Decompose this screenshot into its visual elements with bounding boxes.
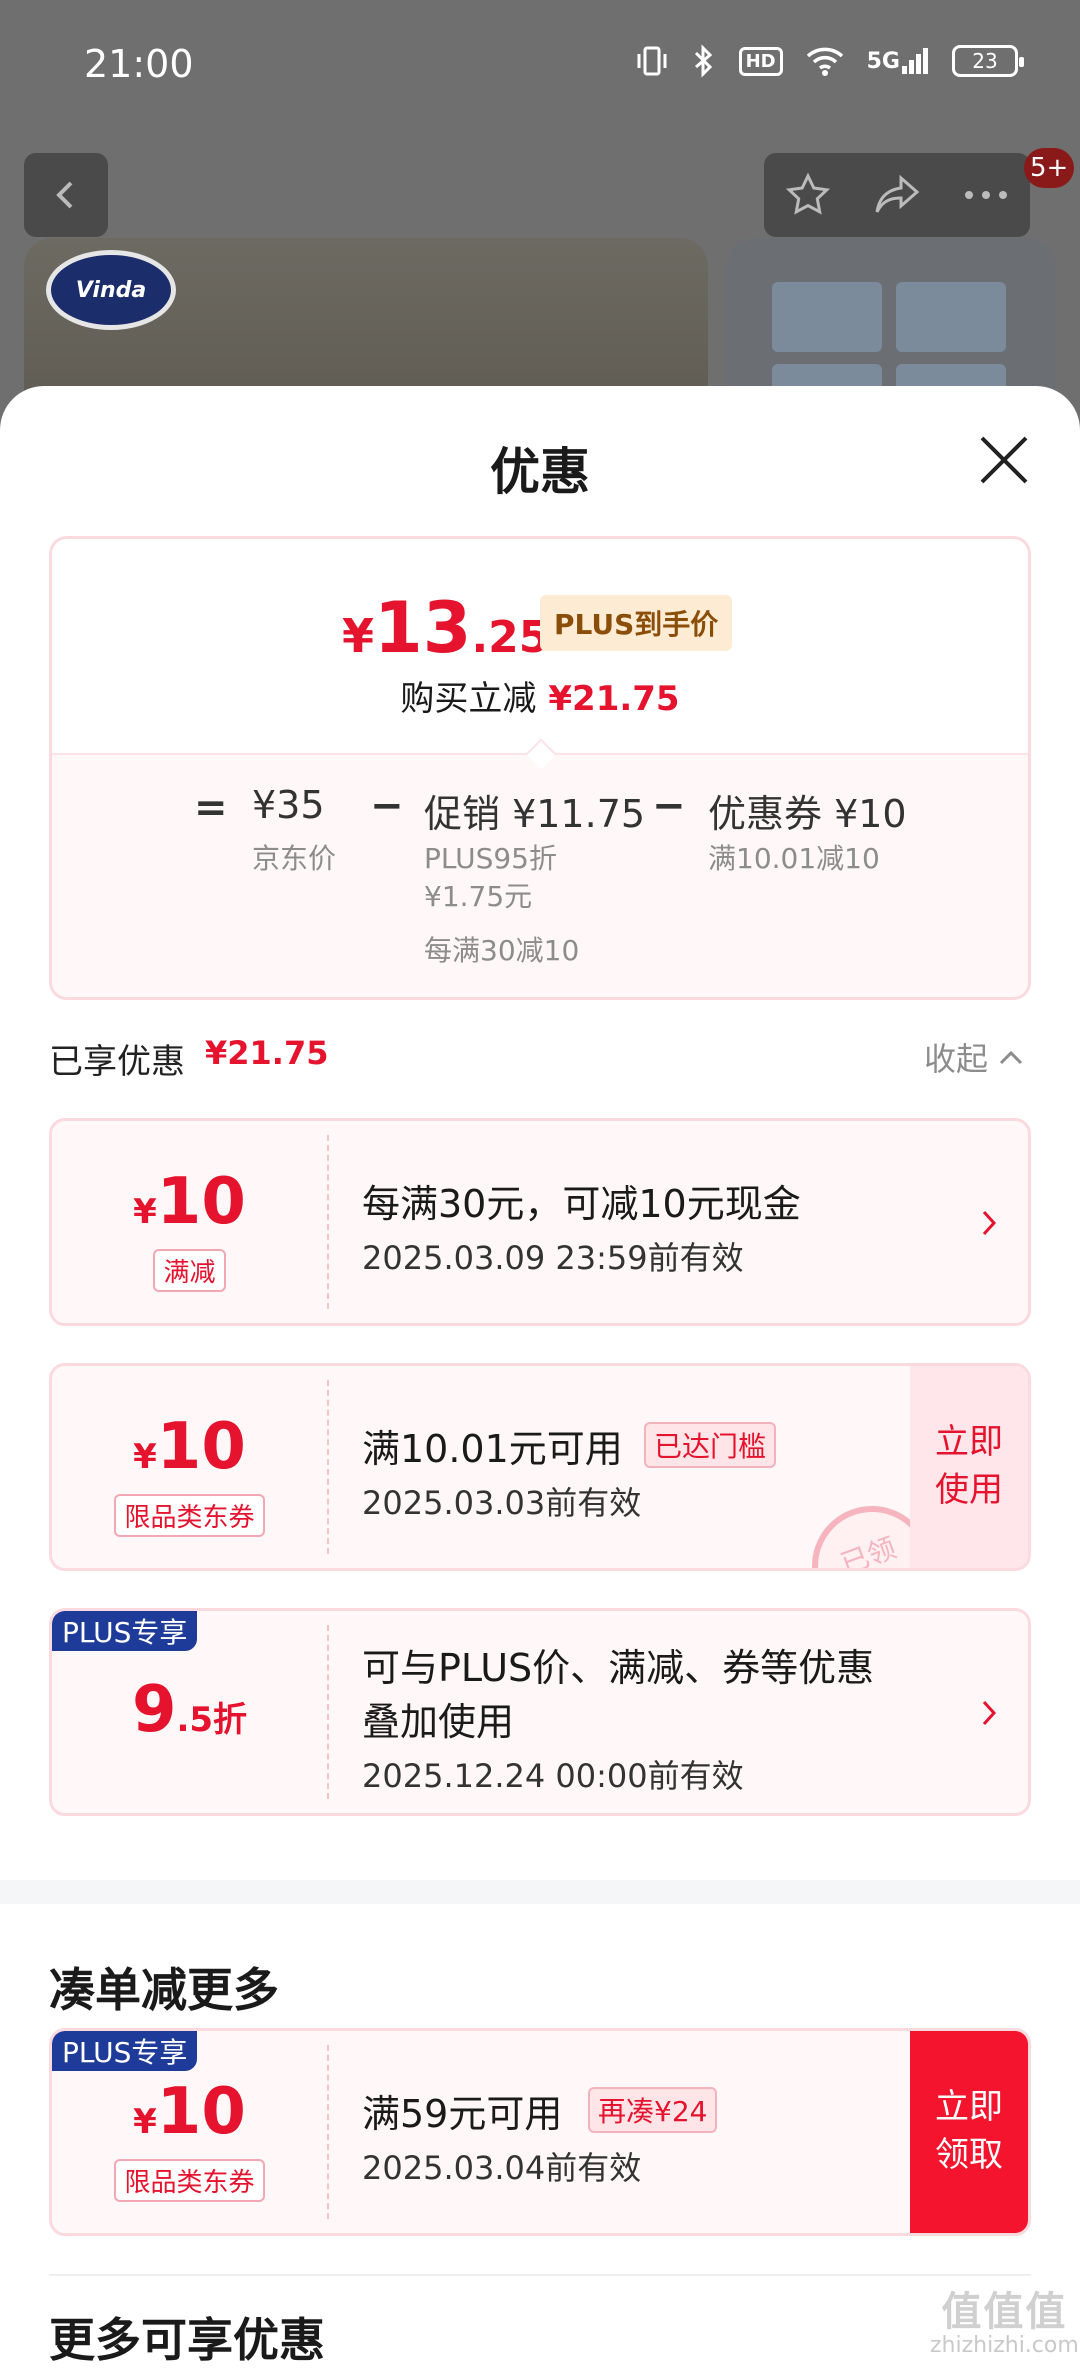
coupon-description: 叠加使用: [362, 1700, 515, 1744]
status-icons: HD 5G 23: [635, 44, 1024, 78]
jd-price-label: 京东价: [252, 842, 337, 875]
section-title-bundle: 凑单减更多: [49, 1963, 279, 2017]
jd-price: ¥35: [252, 783, 325, 827]
message-count-badge: 5+: [1024, 148, 1075, 188]
coupon-expiry: 2025.03.04前有效: [362, 2149, 642, 2187]
coupon-card-bundle[interactable]: PLUS专享 ¥10 限品类东券 满59元可用 再凑¥24 2025.03.04…: [49, 2028, 1031, 2236]
chevron-left-icon: [56, 181, 73, 209]
coupon-value: ¥10: [133, 1165, 246, 1239]
bluetooth-icon: [691, 44, 717, 78]
coupon-type-tag: 限品类东券: [114, 2159, 265, 2202]
coupon-description: 可与PLUS价、满减、券等优惠: [362, 1646, 875, 1690]
coupon-card-plus-discount[interactable]: PLUS专享 9.5折 可与PLUS价、满减、券等优惠 叠加使用 2025.12…: [49, 1608, 1031, 1816]
coupon-expiry: 2025.03.03前有效: [362, 1484, 642, 1522]
more-icon[interactable]: [956, 165, 1016, 225]
claim-now-button[interactable]: 立即 领取: [910, 2031, 1028, 2233]
chevron-right-icon[interactable]: [974, 1693, 1004, 1733]
sheet-title: 优惠: [490, 443, 590, 501]
chevron-right-icon[interactable]: [974, 1203, 1004, 1243]
minus-sign: −: [652, 783, 686, 829]
plus-price-tag: PLUS到手价: [540, 595, 733, 651]
status-time: 21:00: [84, 42, 194, 86]
coupon-value: ¥10: [133, 2075, 246, 2149]
add-more-tag: 再凑¥24: [588, 2087, 718, 2133]
back-button[interactable]: [24, 153, 108, 237]
vibrate-icon: [635, 44, 669, 78]
status-bar: 21:00 HD 5G 23: [0, 0, 1080, 130]
plus-exclusive-badge: PLUS专享: [52, 1611, 198, 1651]
promo-detail: PLUS95折: [424, 842, 557, 875]
top-actions: [764, 153, 1030, 237]
threshold-reached-tag: 已达门槛: [644, 1422, 777, 1468]
price-summary-card: ¥ 13 .25 PLUS到手价 购买立减 ¥21.75 = ¥35 京东价 − …: [49, 536, 1031, 1000]
use-now-button[interactable]: 立即 使用: [910, 1366, 1028, 1568]
price-breakdown: = ¥35 京东价 − 促销 ¥11.75 PLUS95折 ¥1.75元 每满3…: [52, 753, 1028, 997]
instant-discount: 购买立减 ¥21.75: [400, 679, 680, 719]
share-icon[interactable]: [867, 165, 927, 225]
promo-detail: ¥1.75元: [424, 880, 533, 913]
coupon-type-tag: 限品类东券: [114, 1494, 265, 1537]
coupon-description: 满10.01元可用: [362, 1427, 623, 1471]
enjoyed-discount-label: 已享优惠: [49, 1042, 185, 1082]
section-title-more-discounts: 更多可享优惠: [49, 2313, 325, 2367]
battery-icon: 23: [952, 45, 1024, 77]
collapse-button[interactable]: 收起: [924, 1034, 1024, 1080]
coupon-detail: 满10.01减10: [708, 842, 880, 875]
wifi-icon: [805, 45, 845, 77]
promo-detail: 每满30减10: [424, 934, 580, 967]
coupon-amount: 优惠券 ¥10: [708, 792, 907, 836]
coupon-type-tag: 满减: [153, 1249, 226, 1292]
coupon-card-full-reduction[interactable]: ¥10 满减 每满30元，可减10元现金 2025.03.09 23:59前有效: [49, 1118, 1031, 1326]
coupon-description: 满59元可用: [362, 2092, 563, 2136]
coupon-value: 9.5折: [131, 1673, 248, 1747]
coupon-value: ¥10: [133, 1410, 246, 1484]
plus-exclusive-badge: PLUS专享: [52, 2031, 198, 2071]
hd-icon: HD: [738, 46, 783, 76]
final-price: ¥ 13 .25: [342, 587, 550, 669]
coupon-card-category[interactable]: ¥10 限品类东券 满10.01元可用 已达门槛 2025.03.03前有效 已…: [49, 1363, 1031, 1571]
background-page: 21:00 HD 5G 23 5+ Vinda: [0, 0, 1080, 438]
coupon-expiry: 2025.12.24 00:00前有效: [362, 1757, 744, 1795]
signal-icon: 5G: [867, 46, 930, 76]
enjoyed-discount-amount: ¥21.75: [205, 1034, 329, 1072]
promo-amount: 促销 ¥11.75: [424, 792, 646, 836]
close-icon[interactable]: [976, 432, 1032, 488]
brand-logo: Vinda: [46, 250, 176, 330]
minus-sign: −: [370, 783, 404, 829]
coupon-description: 每满30元，可减10元现金: [362, 1182, 801, 1226]
coupon-expiry: 2025.03.09 23:59前有效: [362, 1239, 744, 1277]
chevron-up-icon: [999, 1050, 1023, 1065]
favorite-star-icon[interactable]: [778, 165, 838, 225]
product-package: [772, 282, 882, 352]
equals-sign: =: [194, 785, 228, 831]
discount-sheet: 优惠 ¥ 13 .25 PLUS到手价 购买立减 ¥21.75 = ¥35 京东价…: [0, 386, 1080, 2376]
product-package: [896, 282, 1006, 352]
watermark: 值值值 zhizhizhi.com: [930, 2289, 1079, 2358]
